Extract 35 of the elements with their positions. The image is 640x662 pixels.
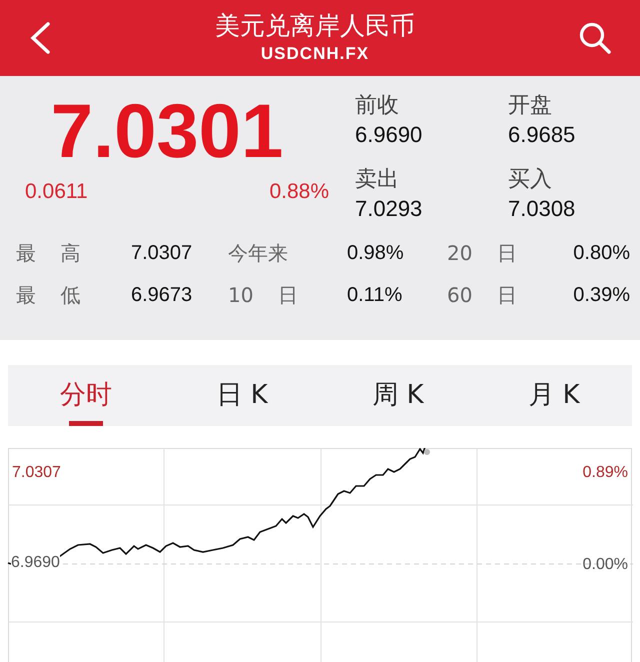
quote-value: 6.9685: [508, 120, 576, 149]
change-percent: 0.88%: [269, 178, 329, 205]
stat-value: 7.0307: [131, 240, 194, 266]
axis-label: 0.00%: [582, 555, 628, 576]
quote-label: 卖出: [355, 166, 400, 194]
back-icon[interactable]: [28, 20, 52, 55]
quote-value: 7.0293: [355, 194, 424, 223]
stat-label: 今年来: [228, 240, 289, 267]
chart-tab[interactable]: 月 K: [476, 364, 632, 426]
quote-value: 6.9690: [355, 120, 424, 149]
quote-value: 7.0308: [508, 194, 576, 223]
quote-label: 买入: [508, 166, 553, 194]
current-point-icon: [424, 449, 430, 456]
stat-label: 最 低: [16, 282, 82, 309]
axis-label: 0.89%: [582, 463, 628, 484]
stat-value: 0.11%: [347, 282, 404, 308]
chart-tab[interactable]: 周 K: [320, 364, 476, 426]
price-change: 0.0611: [25, 178, 88, 205]
stat-label: 60 日: [447, 282, 518, 309]
stat-value: 0.98%: [347, 240, 405, 266]
chart-tab[interactable]: 日 K: [164, 364, 320, 426]
stat-label: 最 高: [16, 240, 82, 267]
stat-label: 10 日: [228, 282, 299, 309]
stat-label: 20 日: [447, 240, 518, 267]
current-price: 7.0301: [50, 90, 284, 174]
quote-label: 开盘: [508, 92, 553, 120]
axis-label: 7.0307: [12, 463, 61, 484]
stat-value: 0.39%: [572, 282, 630, 308]
stat-value: 6.9673: [131, 282, 194, 308]
stat-value: 0.80%: [572, 240, 630, 266]
page-title: 美元兑离岸人民币: [215, 10, 415, 42]
ticker-symbol: USDCNH.FX: [260, 42, 370, 65]
search-icon[interactable]: [578, 20, 612, 55]
quote-label: 前收: [355, 92, 400, 120]
chart-tab[interactable]: 分时: [8, 364, 164, 426]
